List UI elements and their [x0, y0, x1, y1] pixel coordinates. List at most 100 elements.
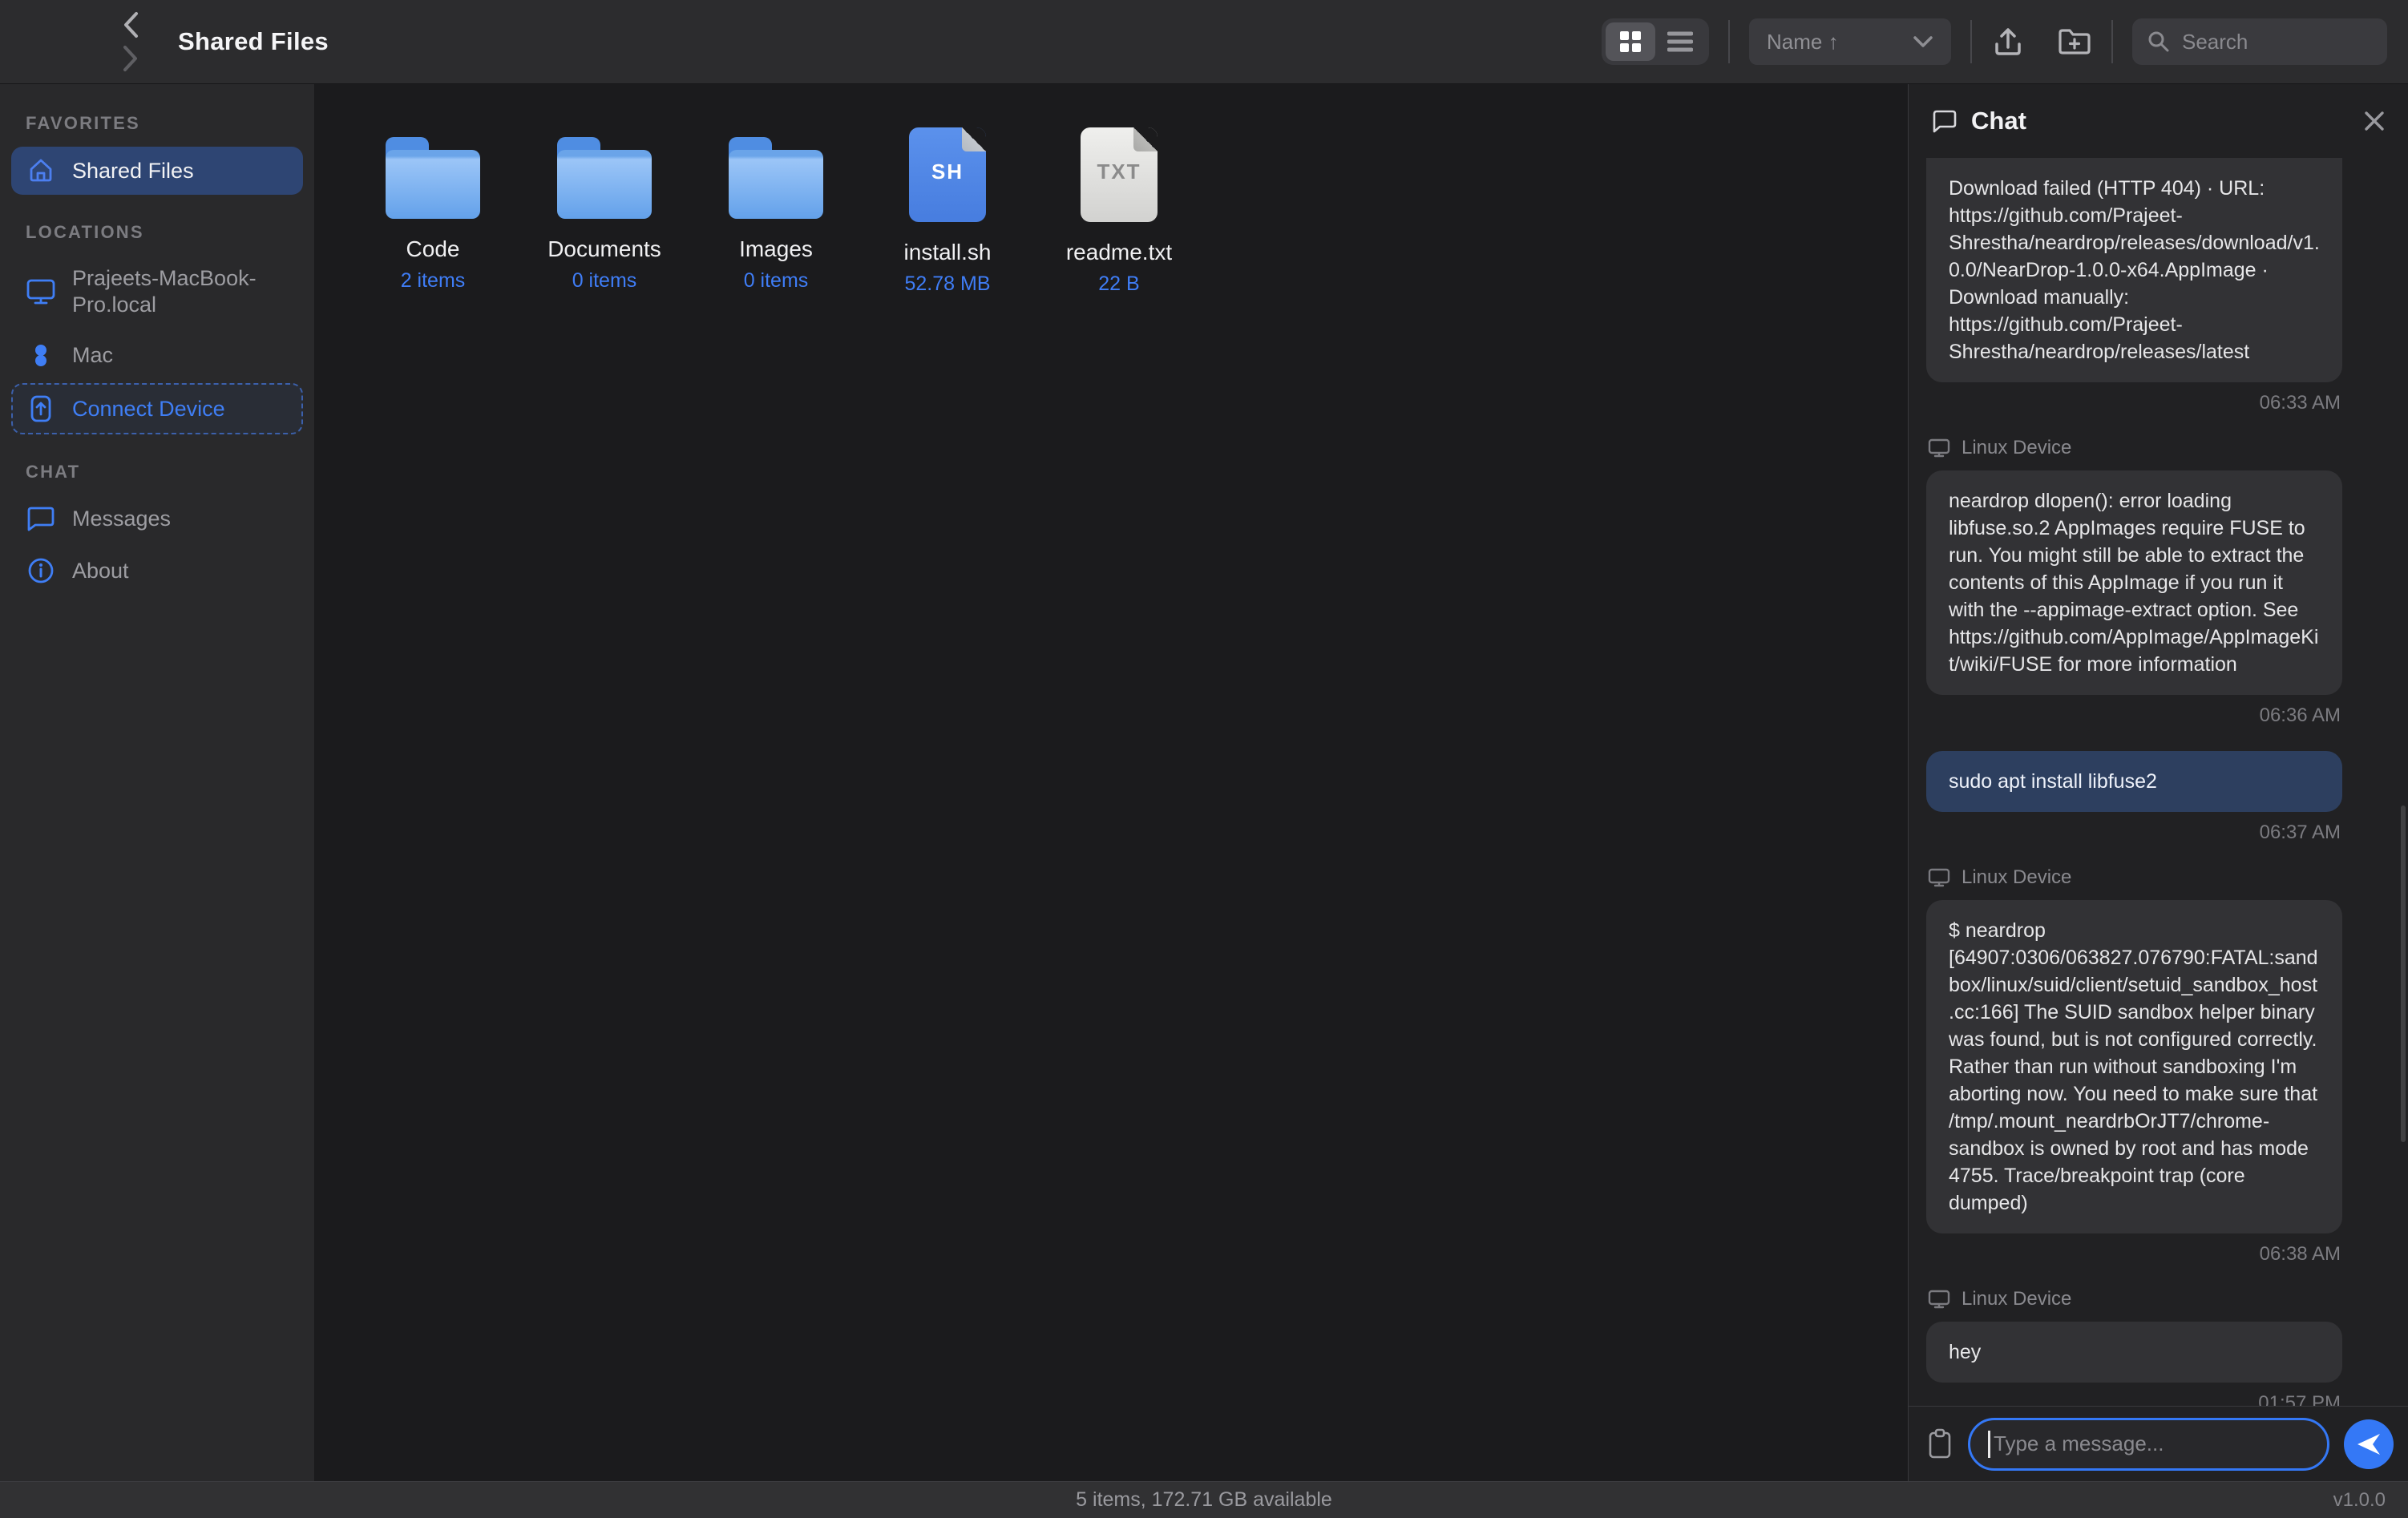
section-label: LOCATIONS — [11, 222, 303, 243]
folder-icon — [386, 137, 480, 219]
sidebar-section-locations: LOCATIONS Prajeets-MacBook-Pro.local Mac — [11, 222, 303, 434]
chat-message-peer: Download failed (HTTP 404) · URL: https:… — [1926, 158, 2342, 382]
chat-message-peer: $ neardrop [64907:0306/063827.076790:FAT… — [1926, 900, 2342, 1233]
file-item-documents[interactable]: Documents 0 items — [519, 127, 690, 296]
chat-header: Chat — [1909, 84, 2408, 158]
monitor-icon — [1928, 438, 1950, 458]
top-toolbar: Shared Files Name ↑ — [0, 0, 2408, 84]
search-icon — [2147, 30, 2171, 54]
sidebar-item-label: Shared Files — [72, 158, 194, 184]
file-meta: 0 items — [572, 269, 637, 293]
sidebar-item-messages[interactable]: Messages — [11, 495, 303, 542]
message-input[interactable]: Type a message... — [1968, 1418, 2329, 1471]
sender-name: Linux Device — [1962, 1288, 2071, 1310]
sidebar-section-chat: CHAT Messages About — [11, 462, 303, 595]
grid-view-button[interactable] — [1606, 22, 1655, 61]
message-timestamp: 01:57 PM — [1928, 1392, 2341, 1406]
file-item-install-sh[interactable]: SH install.sh 52.78 MB — [862, 127, 1033, 296]
list-view-button[interactable] — [1655, 22, 1705, 61]
chevron-right-icon — [121, 45, 140, 72]
connect-device-icon — [26, 394, 56, 423]
section-label: FAVORITES — [11, 113, 303, 134]
app-version: v1.0.0 — [2333, 1489, 2386, 1512]
section-label: CHAT — [11, 462, 303, 482]
search-input[interactable]: Search — [2132, 18, 2387, 65]
file-name: Images — [739, 236, 813, 262]
folder-icon — [729, 137, 823, 219]
file-meta: 2 items — [401, 269, 466, 293]
toolbar-separator — [1728, 20, 1730, 63]
view-toggle — [1602, 18, 1709, 65]
file-name: install.sh — [904, 240, 992, 265]
message-timestamp: 06:38 AM — [1928, 1243, 2341, 1266]
message-timestamp: 06:36 AM — [1928, 704, 2341, 727]
toolbar-separator — [1970, 20, 1972, 63]
folded-corner — [1133, 127, 1158, 151]
sidebar-item-about[interactable]: About — [11, 547, 303, 595]
sort-dropdown-label: Name ↑ — [1767, 30, 1839, 55]
file-name: Documents — [547, 236, 661, 262]
shell-file-icon: SH — [909, 127, 986, 222]
page-title: Shared Files — [178, 27, 329, 56]
message-input-placeholder: Type a message... — [1994, 1431, 2164, 1456]
new-folder-button[interactable] — [2057, 26, 2092, 58]
paper-plane-icon — [2356, 1432, 2382, 1456]
file-name: Code — [406, 236, 460, 262]
sort-dropdown[interactable]: Name ↑ — [1749, 18, 1951, 65]
file-item-readme-txt[interactable]: TXT readme.txt 22 B — [1033, 127, 1205, 296]
clipboard-icon[interactable] — [1926, 1428, 1953, 1460]
sidebar-item-local-device[interactable]: Prajeets-MacBook-Pro.local — [11, 256, 303, 328]
sidebar-item-shared-files[interactable]: Shared Files — [11, 147, 303, 195]
message-timestamp: 06:37 AM — [1928, 822, 2341, 844]
sidebar-item-connect-device[interactable]: Connect Device — [11, 383, 303, 434]
file-name: readme.txt — [1066, 240, 1172, 265]
chat-title: Chat — [1971, 107, 2026, 135]
chat-message-peer: hey — [1926, 1322, 2342, 1383]
sidebar-item-label: Messages — [72, 506, 171, 532]
toolbar-controls: Name ↑ Search — [1602, 18, 2387, 65]
device-dots-icon — [26, 343, 56, 369]
chat-message-self: sudo apt install libfuse2 — [1926, 751, 2342, 812]
app-window: Shared Files Name ↑ — [0, 0, 2408, 1518]
file-grid: Code 2 items Documents 0 items Images 0 … — [347, 127, 1908, 296]
file-meta: 0 items — [744, 269, 809, 293]
file-item-code[interactable]: Code 2 items — [347, 127, 519, 296]
send-button[interactable] — [2344, 1419, 2394, 1469]
home-icon — [26, 156, 56, 185]
list-icon — [1667, 30, 1693, 53]
nav-arrows — [120, 12, 141, 71]
file-meta: 22 B — [1098, 273, 1139, 296]
file-type-badge: SH — [931, 159, 964, 222]
sidebar-item-mac[interactable]: Mac — [11, 333, 303, 378]
message-timestamp: 06:33 AM — [1928, 392, 2341, 414]
sender-name: Linux Device — [1962, 437, 2071, 459]
monitor-icon — [1928, 1289, 1950, 1310]
toolbar-actions — [1991, 25, 2092, 59]
chat-close-button[interactable] — [2363, 110, 2386, 132]
search-placeholder: Search — [2182, 30, 2248, 55]
message-sender: Linux Device — [1928, 1288, 2342, 1310]
chat-scrollbar-thumb[interactable] — [2401, 805, 2406, 1142]
status-summary: 5 items, 172.71 GB available — [1076, 1488, 1332, 1512]
chat-input-row: Type a message... — [1909, 1406, 2408, 1481]
sidebar: FAVORITES Shared Files LOCATIONS Prajeet… — [0, 84, 315, 1481]
chat-bubble-icon — [26, 505, 56, 532]
sender-name: Linux Device — [1962, 866, 2071, 889]
back-button[interactable] — [120, 12, 141, 38]
message-sender: Linux Device — [1928, 866, 2342, 889]
speech-bubble-icon — [1931, 108, 1958, 134]
display-icon — [26, 277, 56, 306]
folder-plus-icon — [2057, 26, 2092, 58]
chat-message-list[interactable]: Download failed (HTTP 404) · URL: https:… — [1909, 158, 2408, 1406]
forward-button[interactable] — [120, 46, 141, 71]
sidebar-item-label: Mac — [72, 342, 113, 369]
message-sender: Linux Device — [1928, 437, 2342, 459]
file-area: Code 2 items Documents 0 items Images 0 … — [315, 84, 1908, 1481]
file-item-images[interactable]: Images 0 items — [690, 127, 862, 296]
file-type-badge: TXT — [1097, 159, 1141, 222]
upload-button[interactable] — [1991, 25, 2025, 59]
folded-corner — [962, 127, 986, 151]
chat-message-peer: neardrop dlopen(): error loading libfuse… — [1926, 470, 2342, 695]
sidebar-item-label: Prajeets-MacBook-Pro.local — [72, 265, 289, 318]
close-icon — [2363, 110, 2386, 132]
